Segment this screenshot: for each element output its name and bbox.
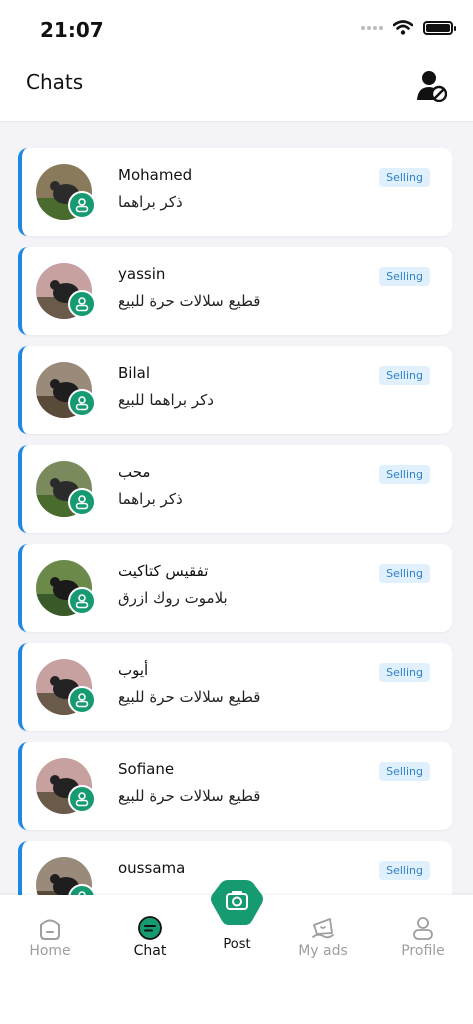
- chat-last-message: قطيع سلالات حرة للبيع: [118, 688, 261, 706]
- chat-item[interactable]: yassin قطيع سلالات حرة للبيع Selling: [18, 247, 452, 335]
- user-icon: [68, 686, 96, 714]
- nav-home[interactable]: Home: [10, 915, 90, 959]
- user-icon: [68, 488, 96, 516]
- chat-item[interactable]: تفقيس كتاكيت بلاموت روك ازرق Selling: [18, 544, 452, 632]
- chat-name: تفقيس كتاكيت: [118, 562, 209, 580]
- selling-badge: Selling: [379, 762, 430, 781]
- chat-name: oussama: [118, 859, 186, 877]
- chat-item[interactable]: Bilal دكر براهما للبيع Selling: [18, 346, 452, 434]
- selling-badge: Selling: [379, 267, 430, 286]
- selling-badge: Selling: [379, 168, 430, 187]
- chat-item[interactable]: Sofiane قطيع سلالات حرة للبيع Selling: [18, 742, 452, 830]
- selling-badge: Selling: [379, 861, 430, 880]
- app-header: Chats: [0, 54, 473, 122]
- wifi-icon: [393, 20, 413, 35]
- post-button[interactable]: [210, 879, 264, 931]
- battery-icon: [423, 20, 456, 35]
- nav-chat[interactable]: Chat: [110, 915, 190, 959]
- nav-post-label: Post: [223, 937, 251, 952]
- selling-badge: Selling: [379, 663, 430, 682]
- blocked-users-icon[interactable]: [417, 70, 447, 102]
- user-icon: [68, 785, 96, 813]
- chat-last-message: قطيع سلالات حرة للبيع: [118, 292, 261, 310]
- page-title: Chats: [26, 70, 84, 94]
- chat-name: Mohamed: [118, 166, 193, 184]
- chat-name: Sofiane: [118, 760, 175, 778]
- nav-home-label: Home: [29, 943, 71, 959]
- user-icon: [68, 587, 96, 615]
- chat-name: أيوب: [118, 661, 149, 679]
- status-bar: 21:07: [0, 0, 473, 54]
- chat-name: محب: [118, 463, 151, 481]
- selling-badge: Selling: [379, 564, 430, 583]
- profile-icon: [413, 917, 433, 940]
- chat-last-message: قطيع سلالات حرة للبيع: [118, 787, 261, 805]
- chat-name: yassin: [118, 265, 166, 283]
- chat-last-message: ذكر براهما: [118, 193, 183, 211]
- nav-chat-label: Chat: [133, 943, 167, 959]
- chat-name: Bilal: [118, 364, 150, 382]
- chat-last-message: بلاموت روك ازرق: [118, 589, 228, 607]
- nav-profile-label: Profile: [401, 943, 445, 959]
- status-icons: [361, 20, 456, 35]
- chat-last-message: ذكر براهما: [118, 490, 183, 508]
- chat-last-message: دكر براهما للبيع: [118, 391, 214, 409]
- my-ads-icon: [312, 918, 334, 939]
- chat-item[interactable]: أيوب قطيع سلالات حرة للبيع Selling: [18, 643, 452, 731]
- chat-list: Mohamed ذكر براهما Selling yassin قطيع سلالا…: [18, 148, 452, 896]
- nav-my-ads[interactable]: My ads: [283, 915, 363, 959]
- chat-icon: [138, 916, 162, 940]
- selling-badge: Selling: [379, 465, 430, 484]
- user-icon: [68, 389, 96, 417]
- bottom-nav: Home Chat Post My ads Profile: [0, 880, 473, 1024]
- selling-badge: Selling: [379, 366, 430, 385]
- user-icon: [68, 290, 96, 318]
- signal-icon: [361, 25, 383, 30]
- nav-my-ads-label: My ads: [298, 943, 348, 959]
- user-icon: [68, 191, 96, 219]
- status-time: 21:07: [40, 18, 104, 42]
- nav-profile[interactable]: Profile: [383, 915, 463, 959]
- chat-item[interactable]: Mohamed ذكر براهما Selling: [18, 148, 452, 236]
- chat-item[interactable]: محب ذكر براهما Selling: [18, 445, 452, 533]
- home-icon: [40, 919, 60, 940]
